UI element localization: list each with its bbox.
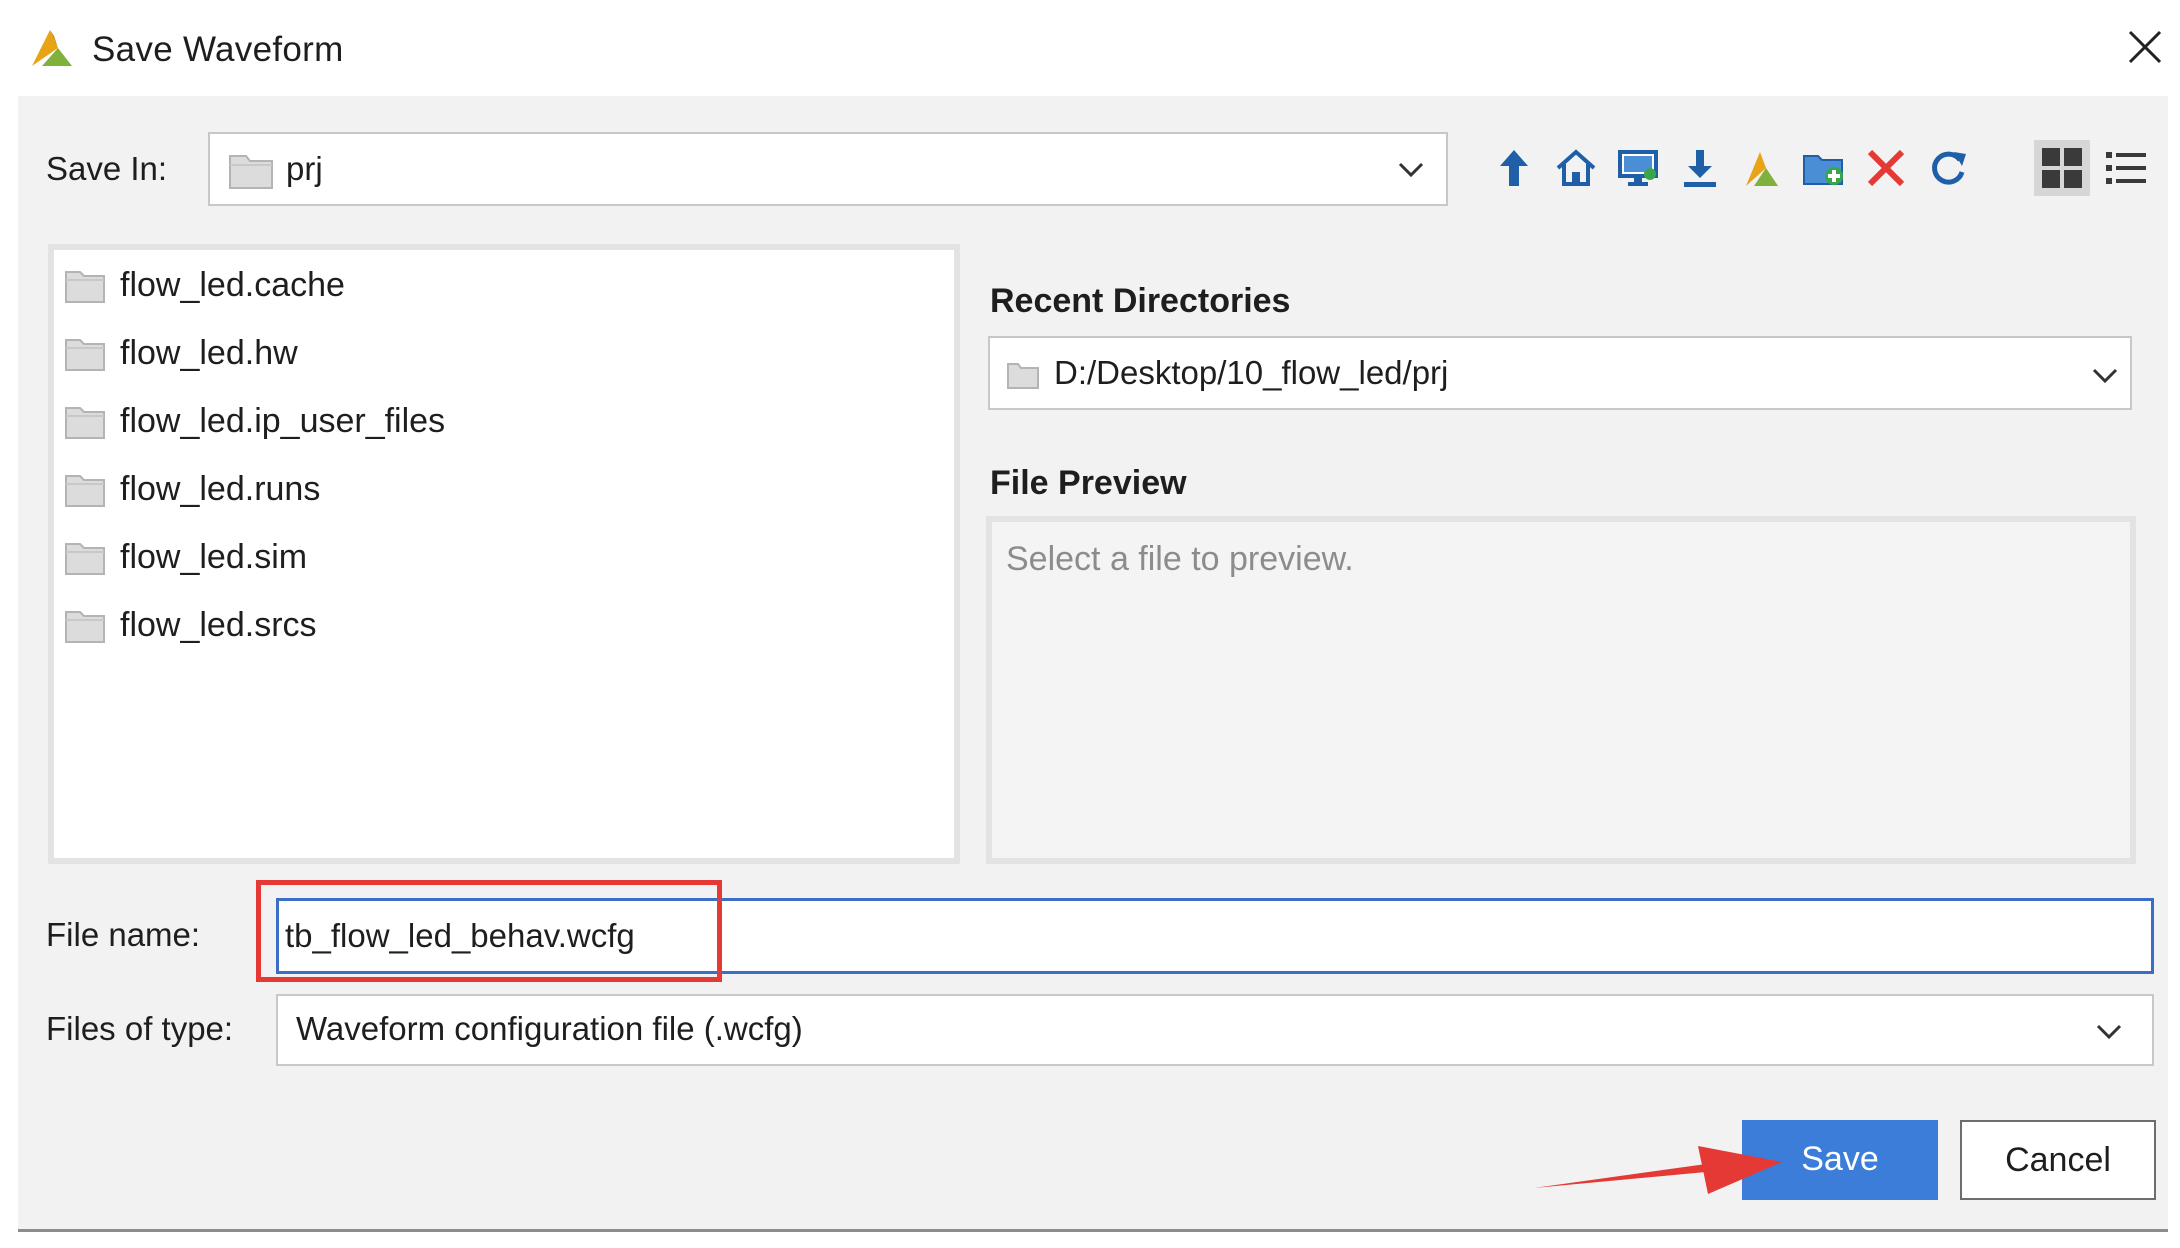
recent-directories-combo[interactable]: D:/Desktop/10_flow_led/prj: [988, 336, 2132, 410]
file-name-input[interactable]: [276, 898, 2154, 974]
chevron-down-icon: [2092, 368, 2118, 384]
save-in-value: prj: [286, 150, 323, 187]
project-icon[interactable]: [1740, 146, 1784, 190]
file-type-value: Waveform configuration file (.wcfg): [296, 1010, 803, 1047]
folder-icon: [65, 475, 105, 507]
refresh-icon[interactable]: [1926, 146, 1970, 190]
new-folder-icon[interactable]: [1802, 146, 1846, 190]
recent-directories-title: Recent Directories: [990, 282, 1291, 320]
file-name: flow_led.runs: [120, 470, 321, 508]
list-item[interactable]: flow_led.srcs: [64, 600, 944, 650]
list-item[interactable]: flow_led.hw: [64, 328, 944, 378]
save-button[interactable]: Save: [1742, 1120, 1938, 1200]
chevron-down-icon: [2096, 1024, 2122, 1040]
list-item[interactable]: flow_led.sim: [64, 532, 944, 582]
vivado-logo-icon: [32, 30, 72, 66]
chevron-down-icon: [1398, 162, 1424, 178]
save-in-combo[interactable]: prj: [208, 132, 1448, 206]
download-icon[interactable]: [1678, 146, 1722, 190]
file-name: flow_led.ip_user_files: [120, 402, 446, 440]
folder-icon: [229, 155, 273, 189]
cancel-button[interactable]: Cancel: [1960, 1120, 2156, 1200]
file-preview-panel: Select a file to preview.: [986, 516, 2136, 864]
file-name: flow_led.sim: [120, 538, 308, 576]
recent-directory-value: D:/Desktop/10_flow_led/prj: [1054, 354, 1449, 391]
title-bar: Save Waveform: [0, 0, 2180, 96]
folder-icon: [65, 407, 105, 439]
home-icon[interactable]: [1554, 146, 1598, 190]
file-list[interactable]: flow_led.cache flow_led.hw flow_led.ip_u…: [48, 244, 960, 864]
folder-icon: [65, 271, 105, 303]
list-item[interactable]: flow_led.ip_user_files: [64, 396, 944, 446]
save-in-label: Save In:: [46, 150, 168, 187]
file-name: flow_led.srcs: [120, 606, 317, 644]
folder-icon: [65, 339, 105, 371]
delete-icon[interactable]: [1864, 146, 1908, 190]
folder-icon: [65, 611, 105, 643]
folder-icon: [1007, 363, 1039, 389]
grid-view-icon[interactable]: [2034, 140, 2090, 196]
up-folder-icon[interactable]: [1492, 146, 1536, 190]
file-name: flow_led.hw: [120, 334, 298, 372]
window-title: Save Waveform: [92, 30, 344, 69]
list-item[interactable]: flow_led.runs: [64, 464, 944, 514]
file-name-label: File name:: [46, 916, 201, 953]
preview-placeholder: Select a file to preview.: [1006, 540, 1354, 578]
file-name: flow_led.cache: [120, 266, 345, 304]
list-view-icon[interactable]: [2104, 146, 2148, 190]
close-icon[interactable]: [2124, 26, 2166, 68]
desktop-icon[interactable]: [1616, 146, 1660, 190]
file-type-select[interactable]: Waveform configuration file (.wcfg): [276, 994, 2154, 1066]
list-item[interactable]: flow_led.cache: [64, 260, 944, 310]
file-preview-title: File Preview: [990, 464, 1187, 502]
file-type-label: Files of type:: [46, 1010, 234, 1047]
folder-icon: [65, 543, 105, 575]
